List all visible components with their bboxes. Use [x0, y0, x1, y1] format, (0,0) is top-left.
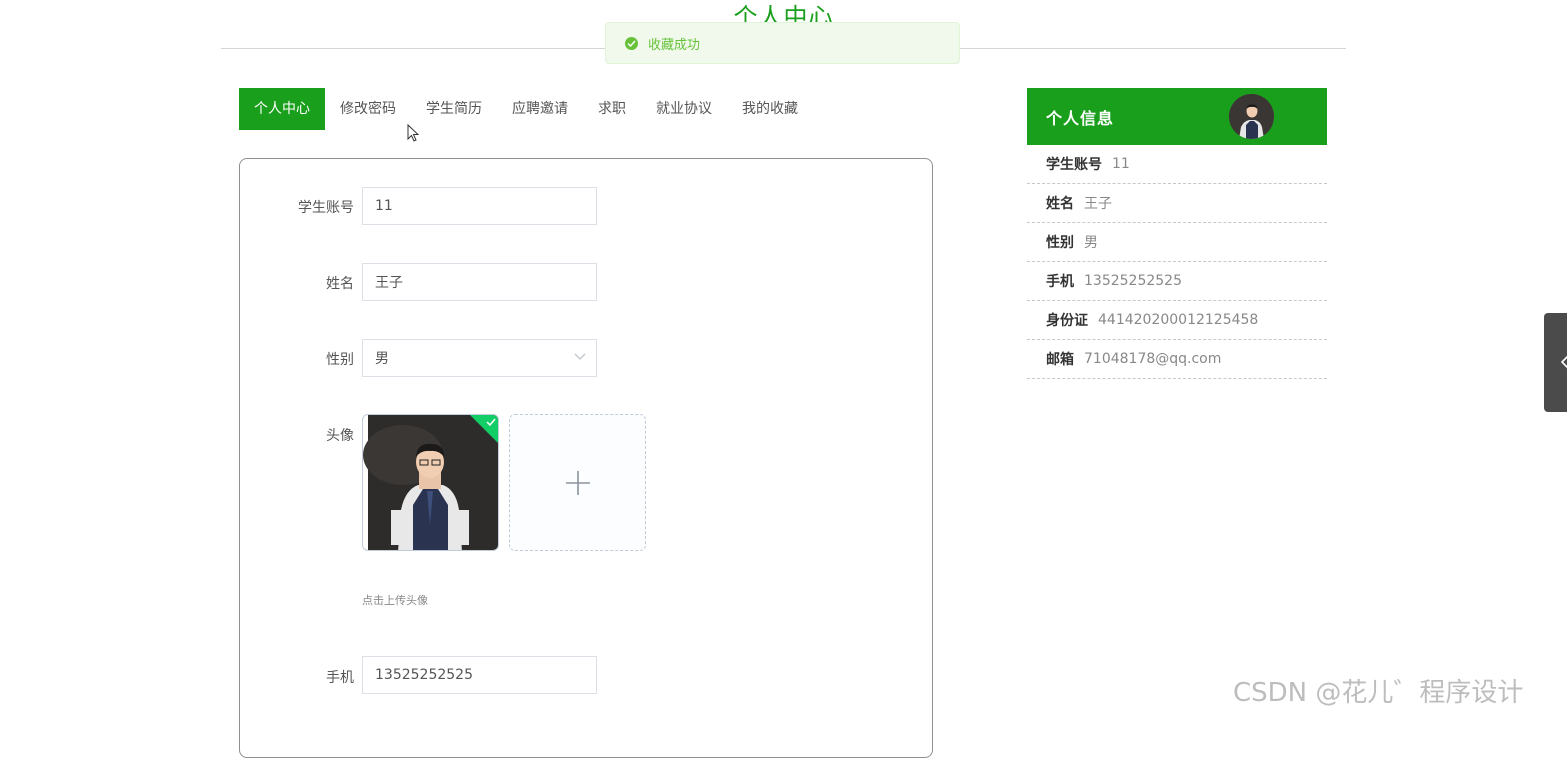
- info-panel: 个人信息 学生账号 11 姓名 王子 性别 男 手机 13525252525 身…: [1027, 88, 1327, 379]
- phone-field[interactable]: 13525252525: [362, 656, 597, 694]
- info-key: 姓名: [1046, 196, 1074, 212]
- info-avatar: [1229, 94, 1274, 139]
- gender-value: 男: [375, 351, 389, 367]
- toast-message: 收藏成功: [648, 37, 701, 53]
- tab-bar: 个人中心 修改密码 学生简历 应聘邀请 求职 就业协议 我的收藏: [239, 88, 813, 130]
- avatar-upload-button[interactable]: [509, 414, 646, 551]
- info-key: 学生账号: [1046, 157, 1102, 173]
- name-value: 王子: [375, 275, 403, 291]
- account-field[interactable]: 11: [362, 187, 597, 225]
- account-value: 11: [375, 198, 393, 214]
- phone-value: 13525252525: [375, 667, 473, 683]
- page-title: 个人中心: [733, 3, 834, 22]
- tab-student-resume[interactable]: 学生简历: [411, 88, 497, 130]
- info-value: 11: [1112, 156, 1130, 172]
- info-header: 个人信息: [1027, 88, 1327, 145]
- info-value: 441420200012125458: [1098, 312, 1259, 328]
- info-row-id-card: 身份证 441420200012125458: [1027, 301, 1327, 340]
- chevron-down-icon: [574, 353, 586, 360]
- info-row-account: 学生账号 11: [1027, 145, 1327, 184]
- check-icon: [486, 418, 496, 426]
- side-float-tab[interactable]: [1544, 313, 1567, 412]
- info-row-gender: 性别 男: [1027, 223, 1327, 262]
- avatar-image[interactable]: [362, 414, 499, 551]
- phone-label: 手机: [326, 670, 354, 686]
- info-header-title: 个人信息: [1046, 108, 1115, 128]
- info-row-phone: 手机 13525252525: [1027, 262, 1327, 301]
- info-key: 身份证: [1046, 313, 1088, 329]
- info-key: 邮箱: [1046, 352, 1074, 368]
- name-field[interactable]: 王子: [362, 263, 597, 301]
- tab-job-invitations[interactable]: 应聘邀请: [497, 88, 583, 130]
- mouse-cursor-icon: [407, 124, 420, 142]
- gender-label: 性别: [326, 352, 354, 368]
- watermark: CSDN @花儿゛程序设计: [1233, 678, 1524, 708]
- tab-change-password[interactable]: 修改密码: [325, 88, 411, 130]
- info-value: 王子: [1084, 196, 1112, 212]
- name-label: 姓名: [326, 276, 354, 292]
- avatar-label: 头像: [326, 428, 354, 444]
- profile-form: 学生账号 11 姓名 王子 性别 男 头像 点击上传头像 手机 13525252…: [239, 158, 933, 758]
- success-toast: 收藏成功: [605, 22, 960, 64]
- gender-select[interactable]: 男: [362, 339, 597, 377]
- info-value: 13525252525: [1084, 273, 1182, 289]
- chevron-left-icon: [1561, 355, 1567, 369]
- tab-employment-agreement[interactable]: 就业协议: [641, 88, 727, 130]
- plus-icon: [565, 470, 590, 495]
- success-check-icon: [625, 36, 638, 50]
- info-value: 男: [1084, 235, 1098, 251]
- info-value: 71048178@qq.com: [1084, 351, 1222, 367]
- tab-my-favorites[interactable]: 我的收藏: [727, 88, 813, 130]
- tab-personal-center[interactable]: 个人中心: [239, 88, 325, 130]
- info-avatar-photo: [1229, 94, 1274, 139]
- tab-job-seeking[interactable]: 求职: [583, 88, 641, 130]
- info-key: 手机: [1046, 274, 1074, 290]
- info-key: 性别: [1046, 235, 1074, 251]
- account-label: 学生账号: [298, 200, 354, 216]
- avatar-photo: [363, 415, 498, 550]
- info-row-email: 邮箱 71048178@qq.com: [1027, 340, 1327, 379]
- avatar-hint: 点击上传头像: [362, 594, 428, 607]
- info-row-name: 姓名 王子: [1027, 184, 1327, 223]
